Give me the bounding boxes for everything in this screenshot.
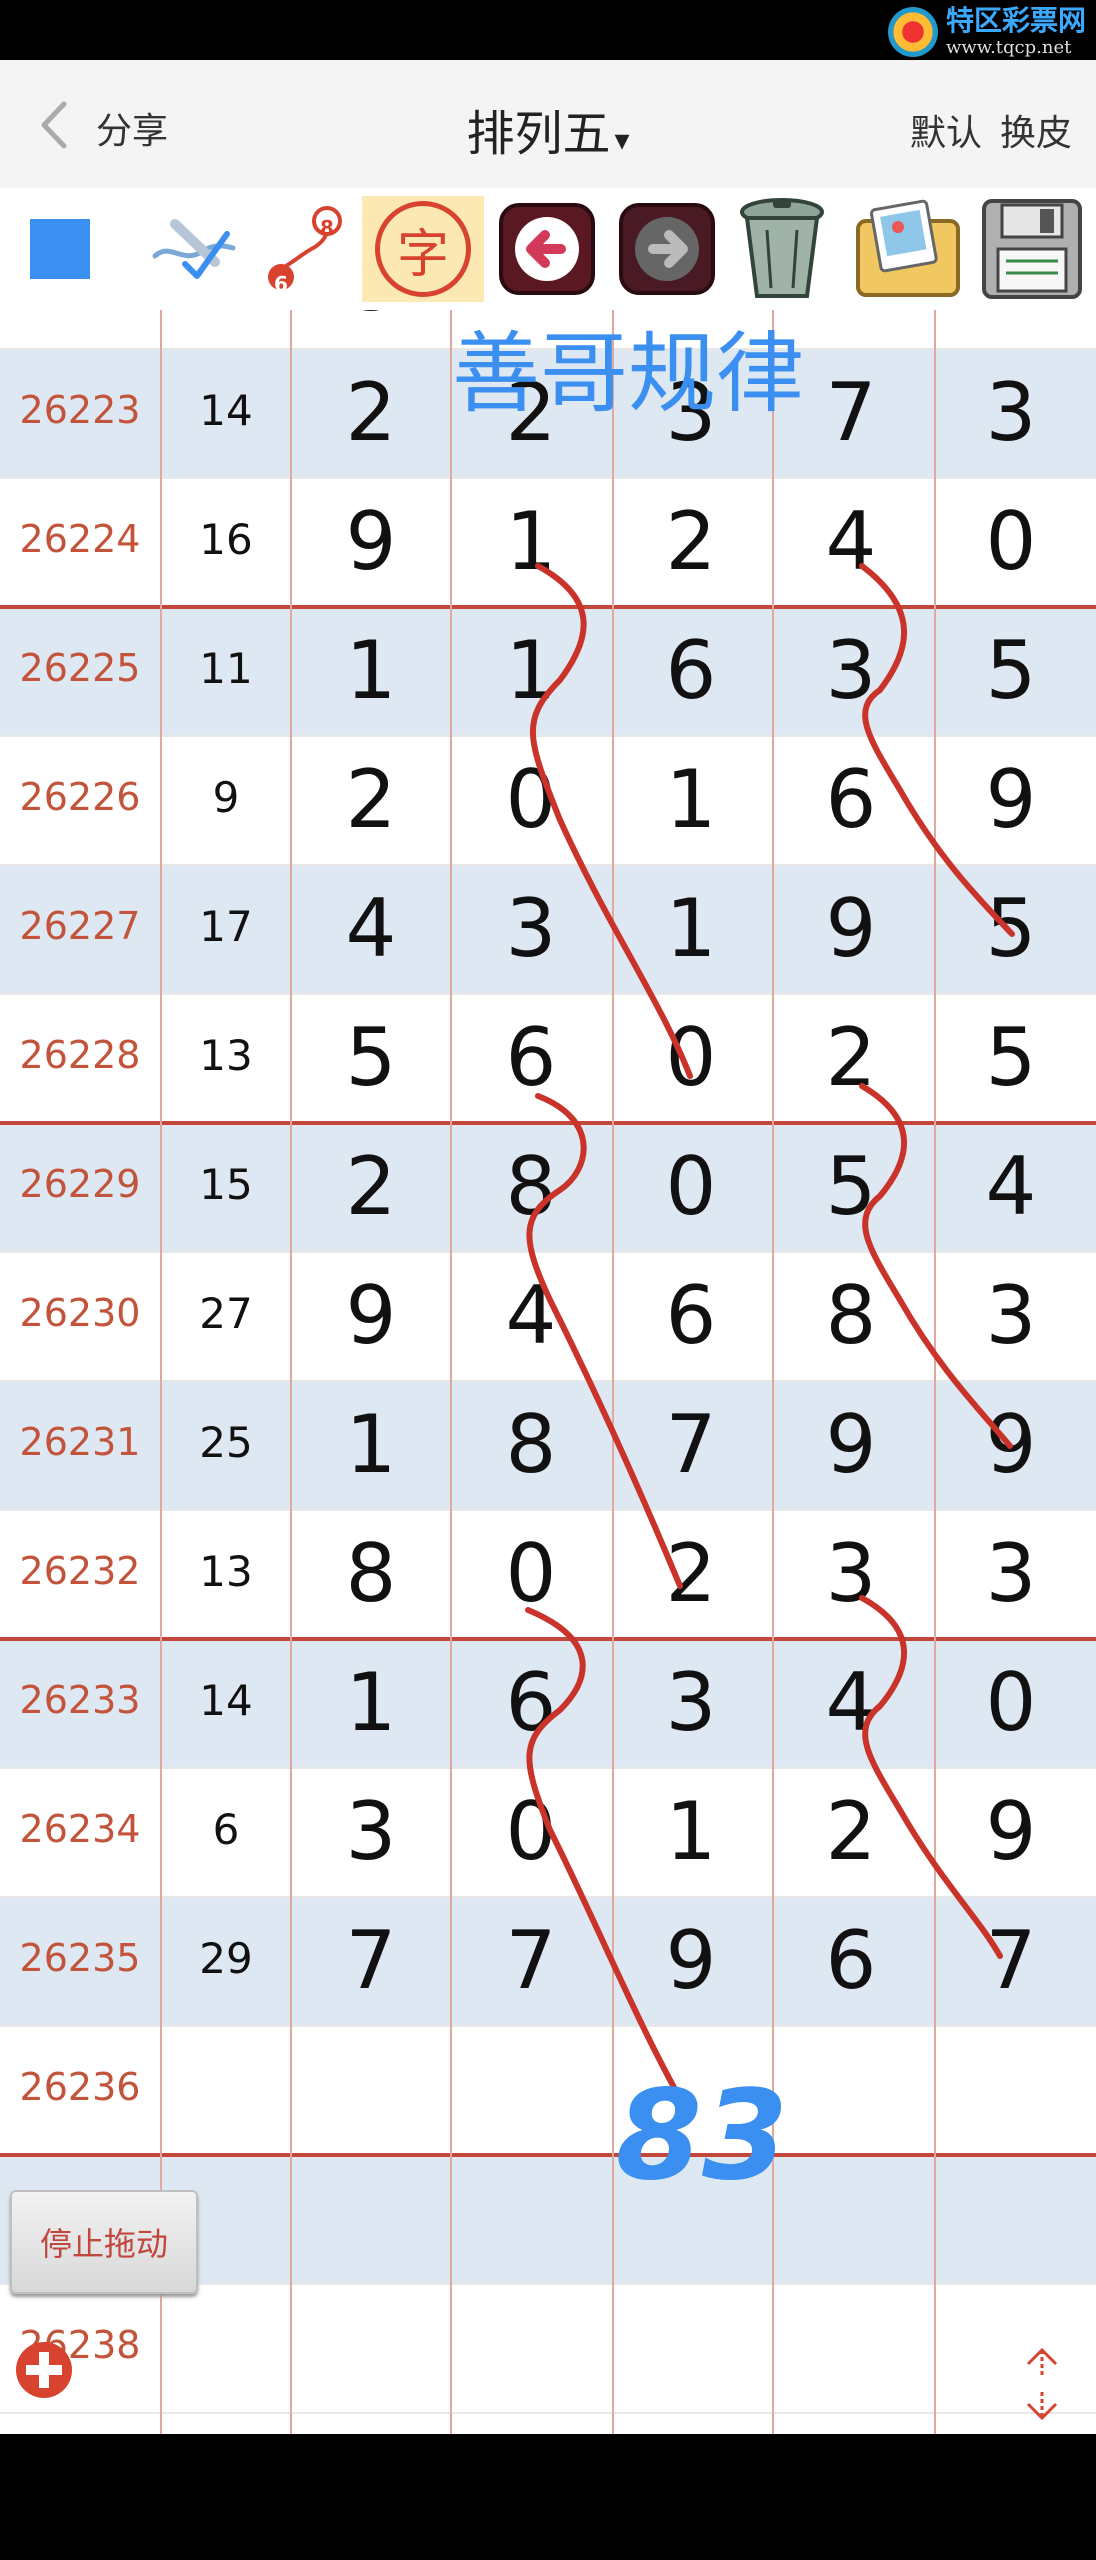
hand-annotation-layer: 善哥规律 83 xyxy=(452,322,1015,2208)
annotation-prediction: 83 xyxy=(616,2064,789,2208)
red-trend-strokes xyxy=(525,563,1015,2119)
annotation-title: 善哥规律 xyxy=(452,322,804,425)
